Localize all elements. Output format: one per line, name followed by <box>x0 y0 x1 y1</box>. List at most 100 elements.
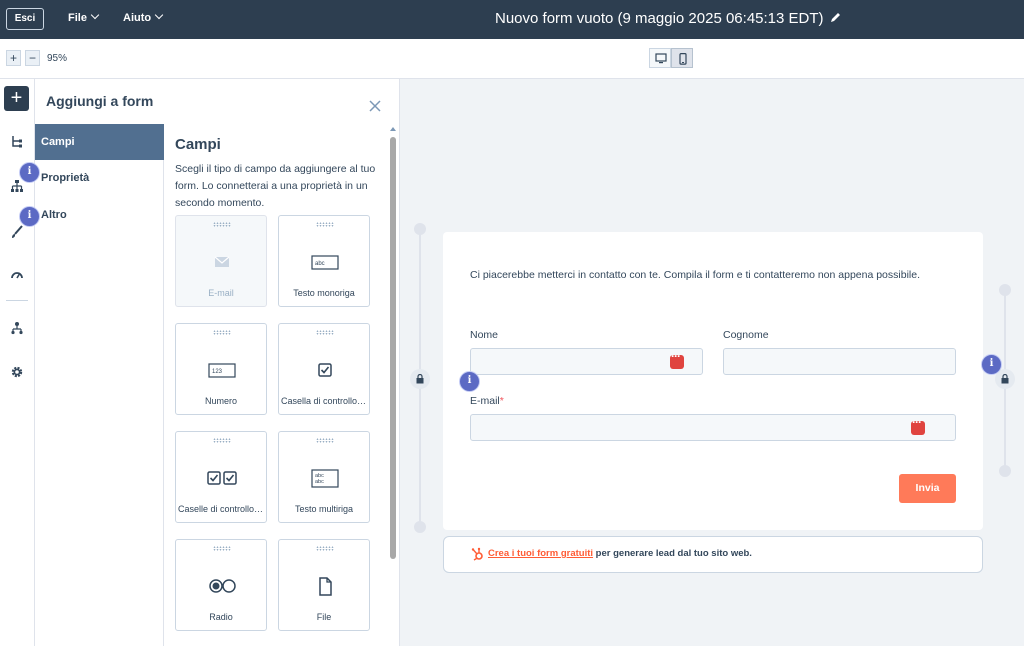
form-title: Nuovo form vuoto (9 maggio 2025 06:45:13… <box>495 10 824 27</box>
password-manager-icon[interactable] <box>911 415 925 435</box>
drag-handle-icon <box>213 330 231 335</box>
single-line-icon-text: abc <box>315 261 325 267</box>
hierarchy-icon[interactable] <box>10 321 24 335</box>
drag-handle-icon <box>213 546 231 551</box>
panel-title: Aggiungi a form <box>46 93 154 109</box>
zoom-level: 95% <box>47 53 68 64</box>
info-badge[interactable]: i <box>459 371 480 392</box>
email-field[interactable] <box>470 414 956 441</box>
content-description: Scegli il tipo di campo da aggiungere al… <box>175 163 376 209</box>
zoom-in-button[interactable]: + <box>6 50 21 66</box>
envelope-icon <box>214 256 230 267</box>
tab-properties[interactable]: Proprietà <box>35 160 164 196</box>
help-menu-label: Aiuto <box>123 12 152 24</box>
field-card-single-checkbox[interactable]: Casella di controllo singola <box>278 323 370 415</box>
file-icon <box>319 577 332 596</box>
lock-icon <box>416 374 424 384</box>
single-line-text-icon: abc <box>311 255 339 270</box>
field-card-multiple-checkboxes[interactable]: Caselle di controllo multiple <box>175 431 267 523</box>
lock-icon <box>1001 374 1009 384</box>
radio-icon <box>209 579 236 593</box>
drag-handle-icon <box>316 546 334 551</box>
email-label: E-mail* <box>470 395 504 407</box>
field-card-number[interactable]: 123 Numero <box>175 323 267 415</box>
field-card-file[interactable]: File <box>278 539 370 631</box>
mobile-view-button[interactable] <box>671 48 693 68</box>
create-free-forms-link[interactable]: Crea i tuoi form gratuiti <box>488 548 593 559</box>
rail-divider <box>6 300 28 301</box>
guide-dot <box>999 465 1011 477</box>
tab-fields[interactable]: Campi <box>35 124 164 160</box>
chevron-down-icon <box>90 10 100 20</box>
field-card-email[interactable]: E-mail <box>175 215 267 307</box>
info-badge[interactable]: i <box>981 354 1002 375</box>
file-menu[interactable]: File <box>68 10 100 24</box>
field-card-label: Numero <box>204 396 237 406</box>
submit-button[interactable]: Invia <box>899 474 956 503</box>
file-menu-label: File <box>68 12 87 24</box>
add-to-form-panel: Aggiungi a form Campi Proprietà Altro Ca… <box>35 79 400 646</box>
hubspot-sprocket-icon <box>471 547 483 561</box>
promo-text: Crea i tuoi form gratuiti per generare l… <box>488 548 752 559</box>
field-card-label: Testo monoriga <box>293 288 355 298</box>
number-icon-text: 123 <box>212 369 223 375</box>
close-icon[interactable] <box>368 99 382 113</box>
tree-icon[interactable] <box>10 135 24 149</box>
gear-icon[interactable] <box>10 365 24 379</box>
drag-handle-icon <box>213 222 231 227</box>
edit-pencil-icon[interactable] <box>829 11 841 25</box>
guide-dot <box>414 223 426 235</box>
desktop-view-button[interactable] <box>649 48 671 68</box>
panel-scrollbar[interactable] <box>389 124 397 646</box>
last-name-label: Cognome <box>723 329 769 341</box>
field-card-label: File <box>316 612 332 622</box>
content-title: Campi <box>175 136 221 153</box>
drag-handle-icon <box>316 330 334 335</box>
multi-line-icon-text-2: abc <box>315 479 324 485</box>
desktop-icon <box>655 53 667 64</box>
promo-banner: Crea i tuoi form gratuiti per generare l… <box>443 536 983 573</box>
tab-other[interactable]: Altro <box>35 197 164 233</box>
required-mark: * <box>499 395 504 407</box>
first-name-label: Nome <box>470 329 499 341</box>
form-intro-text: Ci piacerebbe metterci in contatto con t… <box>470 269 920 281</box>
toolbar: + − 95% <box>0 39 1024 79</box>
scroll-up-arrow-icon[interactable] <box>390 127 396 131</box>
mobile-icon <box>679 53 687 65</box>
field-card-single-line-text[interactable]: abc Testo monoriga <box>278 215 370 307</box>
first-name-field[interactable] <box>470 348 703 375</box>
field-card-radio[interactable]: Radio <box>175 539 267 631</box>
email-label-text: E-mail <box>470 395 500 407</box>
gauge-icon[interactable] <box>10 268 24 282</box>
sitemap-icon[interactable] <box>10 179 24 193</box>
exit-button[interactable]: Esci <box>6 8 44 30</box>
panel-tabs: Campi Proprietà Altro <box>35 124 164 646</box>
form-preview: Ci piacerebbe metterci in contatto con t… <box>443 232 983 530</box>
field-card-label: Caselle di controllo multiple <box>178 504 264 514</box>
fields-content: Campi Scegli il tipo di campo da aggiung… <box>164 124 391 646</box>
drag-handle-icon <box>316 222 334 227</box>
form-canvas: Ci piacerebbe metterci in contatto con t… <box>400 79 1024 646</box>
number-icon: 123 <box>208 363 236 378</box>
last-name-field[interactable] <box>723 348 956 375</box>
zoom-out-button[interactable]: − <box>25 50 40 66</box>
top-bar: Esci File Aiuto Nuovo form vuoto (9 magg… <box>0 0 1024 39</box>
left-lock-button[interactable] <box>410 369 430 389</box>
info-badge[interactable]: i <box>19 206 40 227</box>
field-card-multi-line-text[interactable]: abc abc Testo multiriga <box>278 431 370 523</box>
scroll-thumb[interactable] <box>390 137 396 559</box>
field-card-label: Testo multiriga <box>294 504 354 514</box>
promo-rest-text: per generare lead dal tuo sito web. <box>593 548 752 559</box>
brush-icon[interactable] <box>10 225 24 239</box>
add-button[interactable]: + <box>4 86 29 111</box>
checkboxes-icon <box>207 471 237 485</box>
guide-dot <box>999 284 1011 296</box>
chevron-down-icon <box>154 10 164 20</box>
guide-dot <box>414 521 426 533</box>
drag-handle-icon <box>213 438 231 443</box>
password-manager-icon[interactable] <box>670 349 684 369</box>
info-badge[interactable]: i <box>19 162 40 183</box>
checkbox-icon <box>318 363 332 377</box>
help-menu[interactable]: Aiuto <box>123 10 164 24</box>
field-card-label: Casella di controllo singola <box>281 396 367 406</box>
